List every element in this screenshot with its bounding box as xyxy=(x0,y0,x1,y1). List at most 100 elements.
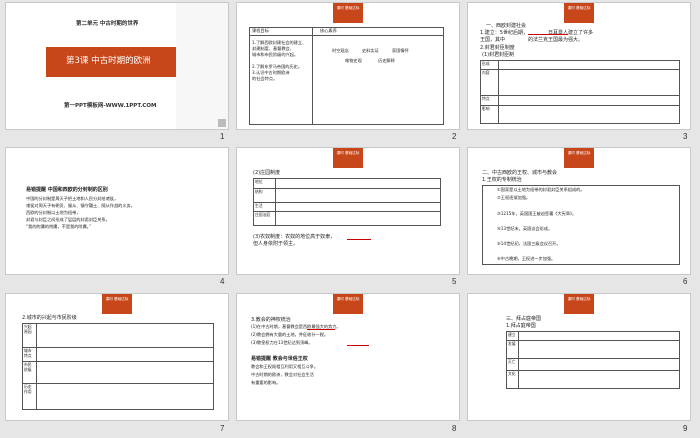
slide-7-row-label-4: 历史作用 xyxy=(22,383,37,410)
slide-8-head-1: 3.教会的神权统治 xyxy=(251,317,291,323)
slide-3-tag: 课时 基础达标 xyxy=(564,3,594,23)
slide-3-cell-1 xyxy=(498,60,680,70)
slide-9-row-label-2: 发展 xyxy=(506,340,519,359)
slide-9-cell-2 xyxy=(518,340,680,359)
slide-3-row-label-3: 特点 xyxy=(480,95,499,106)
slide-2-word-2: 史料实证 xyxy=(362,48,379,53)
slide-5-row-label-2: 结构 xyxy=(253,188,276,203)
slide-6-item-1: ①国家是以土地为纽带的封君封臣关系组成的。 xyxy=(497,187,585,192)
slide-5-cell-2 xyxy=(275,188,441,203)
slide-9-cell-4 xyxy=(518,370,680,389)
slide-6-item-6: ⑥中古晚期，王权进一步加强。 xyxy=(497,256,556,261)
slide-thumbnail-5[interactable]: 课时 基础达标 (2)庄园制度 地位 结构 生活 庄园法庭 (3)农奴制度：农奴… xyxy=(236,147,460,275)
slide-3-row-label-1: 形成 xyxy=(480,60,499,70)
slide-thumbnail-2[interactable]: 课时 基础达标 课程目标 核心素养 1.了解西欧封建社会的建立、 封建制度、基督… xyxy=(236,2,460,130)
slide-3-cell-3 xyxy=(498,95,680,106)
slide-1-unit-text: 第二单元 中古时期的世界 xyxy=(76,21,139,27)
slide-7-tag: 课时 基础达标 xyxy=(102,294,132,314)
slide-9-head-2: 1.拜占庭帝国 xyxy=(506,323,536,329)
slide-5-cell-1 xyxy=(275,178,441,189)
slide-4-para-1: 中国的分封制是周天子把土地和人民分封给诸侯， xyxy=(26,196,119,201)
slide-sorter-grid: 第二单元 中古时期的世界 第3课 中古时期的欧洲 第一PPT模板网-WWW.1P… xyxy=(0,0,700,438)
slide-5-foot-1: (3)农奴制度：农奴的地位高于奴隶， xyxy=(253,234,336,240)
slide-3-line-2: 1.建立：5世纪后期， xyxy=(480,30,528,36)
slide-1-lesson-title: 第3课 中古时期的欧洲 xyxy=(66,56,151,66)
slide-7-row-label-3: 市民阶级 xyxy=(22,361,37,384)
slide-thumbnail-3[interactable]: 课时 基础达标 一、西欧封建社会 1.建立：5世纪后期， 日耳曼人建立了许多 王… xyxy=(467,2,691,130)
slide-7-table: 兴起原因 城市特点 市民阶级 历史作用 xyxy=(22,323,214,410)
slide-thumbnail-1[interactable]: 第二单元 中古时期的世界 第3课 中古时期的欧洲 第一PPT模板网-WWW.1P… xyxy=(5,2,229,130)
slide-5-red-underline xyxy=(347,239,371,240)
slide-7-cell-4 xyxy=(36,383,214,410)
slide-8-red-underline-2 xyxy=(347,345,369,346)
slide-number-8: 8 xyxy=(452,424,457,433)
slide-number-6: 6 xyxy=(683,277,688,286)
slide-2-header-left: 课程目标 xyxy=(252,28,269,33)
slide-7-row-label-2: 城市特点 xyxy=(22,347,37,362)
slide-8-para-1: 易错提醒 教会与世俗王权 xyxy=(251,356,308,362)
slide-3-line-7: (1)封君封臣制 xyxy=(482,52,515,58)
slide-2-word-1: 时空观念 xyxy=(332,48,349,53)
slide-4-title: 易错提醒 中国和西欧的分封制的区别 xyxy=(26,187,108,193)
slide-number-5: 5 xyxy=(452,277,457,286)
slide-1-title-bar: 第二单元 中古时期的世界 第3课 中古时期的欧洲 第一PPT模板网-WWW.1P… xyxy=(6,3,181,129)
slide-3-line-5: 的法兰克王国最为强大。 xyxy=(528,37,584,43)
slide-5-row-label-4: 庄园法庭 xyxy=(253,211,276,226)
slide-2-goal-4: 2.了解东罗马帝国的历史。 xyxy=(252,64,303,69)
slide-number-9: 9 xyxy=(683,424,688,433)
slide-9-table: 建立 发展 灭亡 文化 xyxy=(506,331,680,389)
slide-3-table: 形成 内容 特点 影响 xyxy=(480,60,680,124)
slide-3-line-6: 2.封君封臣制度 xyxy=(480,45,515,51)
slide-3-red-underline xyxy=(528,34,568,35)
slide-2-goal-5: 3.认识中古时期欧洲 xyxy=(252,70,290,75)
slide-2-divider xyxy=(312,28,313,124)
slide-thumbnail-7[interactable]: 课时 基础达标 2.城市的兴起与市民阶级 兴起原因 城市特点 市民阶级 历史作用 xyxy=(5,293,229,421)
slide-4-para-4: 封君与封臣之间形成了层层的封君封臣关系。 xyxy=(26,217,110,222)
slide-2-header-right: 核心素养 xyxy=(320,28,337,33)
slide-8-head-4: (3)教皇权力在13世纪达到顶峰。 xyxy=(251,340,313,345)
slide-5-cell-4 xyxy=(275,211,441,226)
slide-5-row-label-1: 地位 xyxy=(253,178,276,189)
slide-9-tag: 课时 基础达标 xyxy=(564,294,594,314)
slide-8-tag: 课时 基础达标 xyxy=(333,294,363,314)
slide-1-corner-mark xyxy=(218,119,226,127)
slide-3-line-4: 王国，其中 xyxy=(480,37,506,43)
slide-2-table: 课程目标 核心素养 1.了解西欧封建社会的建立、 封建制度、基督教会、 城市和市… xyxy=(249,27,444,125)
slide-3-cell-2 xyxy=(498,69,680,96)
slide-5-foot-2: 但人身依附于领主。 xyxy=(253,241,299,247)
slide-3-line-1: 一、西欧封建社会 xyxy=(486,23,527,29)
slide-5-head: (2)庄园制度 xyxy=(253,170,281,176)
slide-3-row-label-2: 内容 xyxy=(480,69,499,96)
slide-8-red-underline-1 xyxy=(307,329,335,330)
slide-5-cell-3 xyxy=(275,202,441,212)
slide-6-sub: 1.王权的专制统治 xyxy=(482,177,522,183)
slide-2-goal-1: 1.了解西欧封建社会的建立、 xyxy=(252,40,307,45)
slide-6-item-5: ⑤14世纪初，法国三级会议召开。 xyxy=(497,241,561,246)
slide-2-word-3: 家国情怀 xyxy=(392,48,409,53)
slide-9-row-label-1: 建立 xyxy=(506,331,519,341)
slide-thumbnail-9[interactable]: 课时 基础达标 三、拜占庭帝国 1.拜占庭帝国 建立 发展 灭亡 文化 xyxy=(467,293,691,421)
slide-1-footer: 第一PPT模板网-WWW.1PPT.COM xyxy=(64,103,157,109)
slide-number-4: 4 xyxy=(220,277,225,286)
slide-5-row-label-3: 生活 xyxy=(253,202,276,212)
slide-number-7: 7 xyxy=(220,424,225,433)
slide-thumbnail-8[interactable]: 课时 基础达标 3.教会的神权统治 (1)在中古时期，基督教会是西欧最强大的势力… xyxy=(236,293,460,421)
slide-2-word-4: 唯物史观 xyxy=(345,58,362,63)
slide-number-2: 2 xyxy=(452,132,457,141)
slide-6-item-4: ④13世纪末，英国议会形成。 xyxy=(497,226,553,231)
slide-8-para-2: 教会和王权既相互利用又相互斗争。 xyxy=(251,364,319,369)
slide-5-table: 地位 结构 生活 庄园法庭 xyxy=(253,178,441,226)
slide-2-word-5: 历史解释 xyxy=(378,58,395,63)
slide-2-header-line xyxy=(250,35,443,36)
slide-9-cell-3 xyxy=(518,358,680,371)
slide-6-item-3: ③1215年，英国国王被迫签署《大宪章》。 xyxy=(497,211,577,216)
slide-4-para-2: 诸侯对周天子有朝贡、服从、镇守疆土、随从作战的义务。 xyxy=(26,203,135,208)
slide-8-head-3: (2)教会拥有大量的土地，并征收什一税。 xyxy=(251,332,329,337)
slide-3-row-label-4: 影响 xyxy=(480,105,499,124)
slide-thumbnail-6[interactable]: 课时 基础达标 二、中古西欧的王权、城市与教会 1.王权的专制统治 ①国家是以土… xyxy=(467,147,691,275)
slide-2-goal-3: 城市和市民阶级的兴起。 xyxy=(252,52,299,57)
slide-thumbnail-4[interactable]: 易错提醒 中国和西欧的分封制的区别 中国的分封制是周天子把土地和人民分封给诸侯，… xyxy=(5,147,229,275)
slide-6-head: 二、中古西欧的王权、城市与教会 xyxy=(482,170,558,176)
slide-9-row-label-4: 文化 xyxy=(506,370,519,389)
slide-7-row-label-1: 兴起原因 xyxy=(22,323,37,348)
